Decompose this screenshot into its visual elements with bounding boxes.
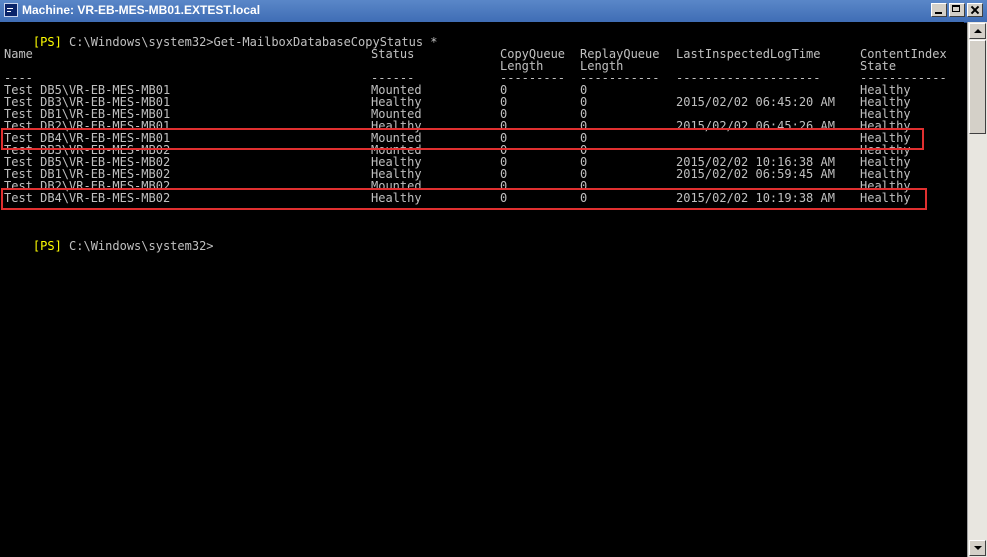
- header-status: Status: [371, 47, 415, 61]
- scroll-down-icon[interactable]: [969, 540, 986, 556]
- header-underline-last-inspected: --------------------: [676, 71, 821, 85]
- cell-last-inspected: 2015/02/02 06:45:20 AM: [676, 95, 835, 109]
- final-prompt-line: [PS] C:\Windows\system32>: [4, 228, 214, 252]
- final-prompt-tag: [PS]: [32, 239, 62, 253]
- header-last-inspected: LastInspectedLogTime: [676, 47, 821, 61]
- header-underline-replay-queue: -----------: [580, 71, 660, 85]
- final-prompt-path: C:\Windows\system32>: [61, 239, 214, 253]
- minimize-button[interactable]: [931, 3, 947, 17]
- window-title: Machine: VR-EB-MES-MB01.EXTEST.local: [22, 3, 261, 17]
- console-icon: [4, 3, 18, 17]
- maximize-button[interactable]: [949, 3, 965, 17]
- header-underline-copy-queue: ---------: [500, 71, 566, 85]
- scroll-up-icon[interactable]: [969, 23, 986, 39]
- cell-status: Healthy: [371, 191, 422, 205]
- close-button[interactable]: [967, 3, 983, 17]
- cell-replay-queue: 0: [580, 191, 588, 205]
- cell-content-index: Healthy: [860, 191, 911, 205]
- command-line: [PS] C:\Windows\system32>Get-MailboxData…: [4, 24, 438, 48]
- window-controls: [931, 3, 983, 17]
- scroll-thumb[interactable]: [969, 40, 986, 134]
- prompt-tag: [PS]: [32, 35, 62, 49]
- cell-last-inspected: 2015/02/02 10:19:38 AM: [676, 191, 835, 205]
- prompt-path: C:\Windows\system32>: [61, 35, 214, 49]
- title-bar[interactable]: Machine: VR-EB-MES-MB01.EXTEST.local: [0, 0, 987, 23]
- console-output[interactable]: [PS] C:\Windows\system32>Get-MailboxData…: [0, 22, 964, 557]
- cell-last-inspected: 2015/02/02 06:45:26 AM: [676, 119, 835, 133]
- header-name: Name: [4, 47, 33, 61]
- cell-last-inspected: 2015/02/02 06:59:45 AM: [676, 167, 835, 181]
- cell-name: Test DB4\VR-EB-MES-MB02: [4, 191, 171, 205]
- cell-copy-queue: 0: [500, 191, 508, 205]
- vertical-scrollbar[interactable]: [967, 22, 987, 557]
